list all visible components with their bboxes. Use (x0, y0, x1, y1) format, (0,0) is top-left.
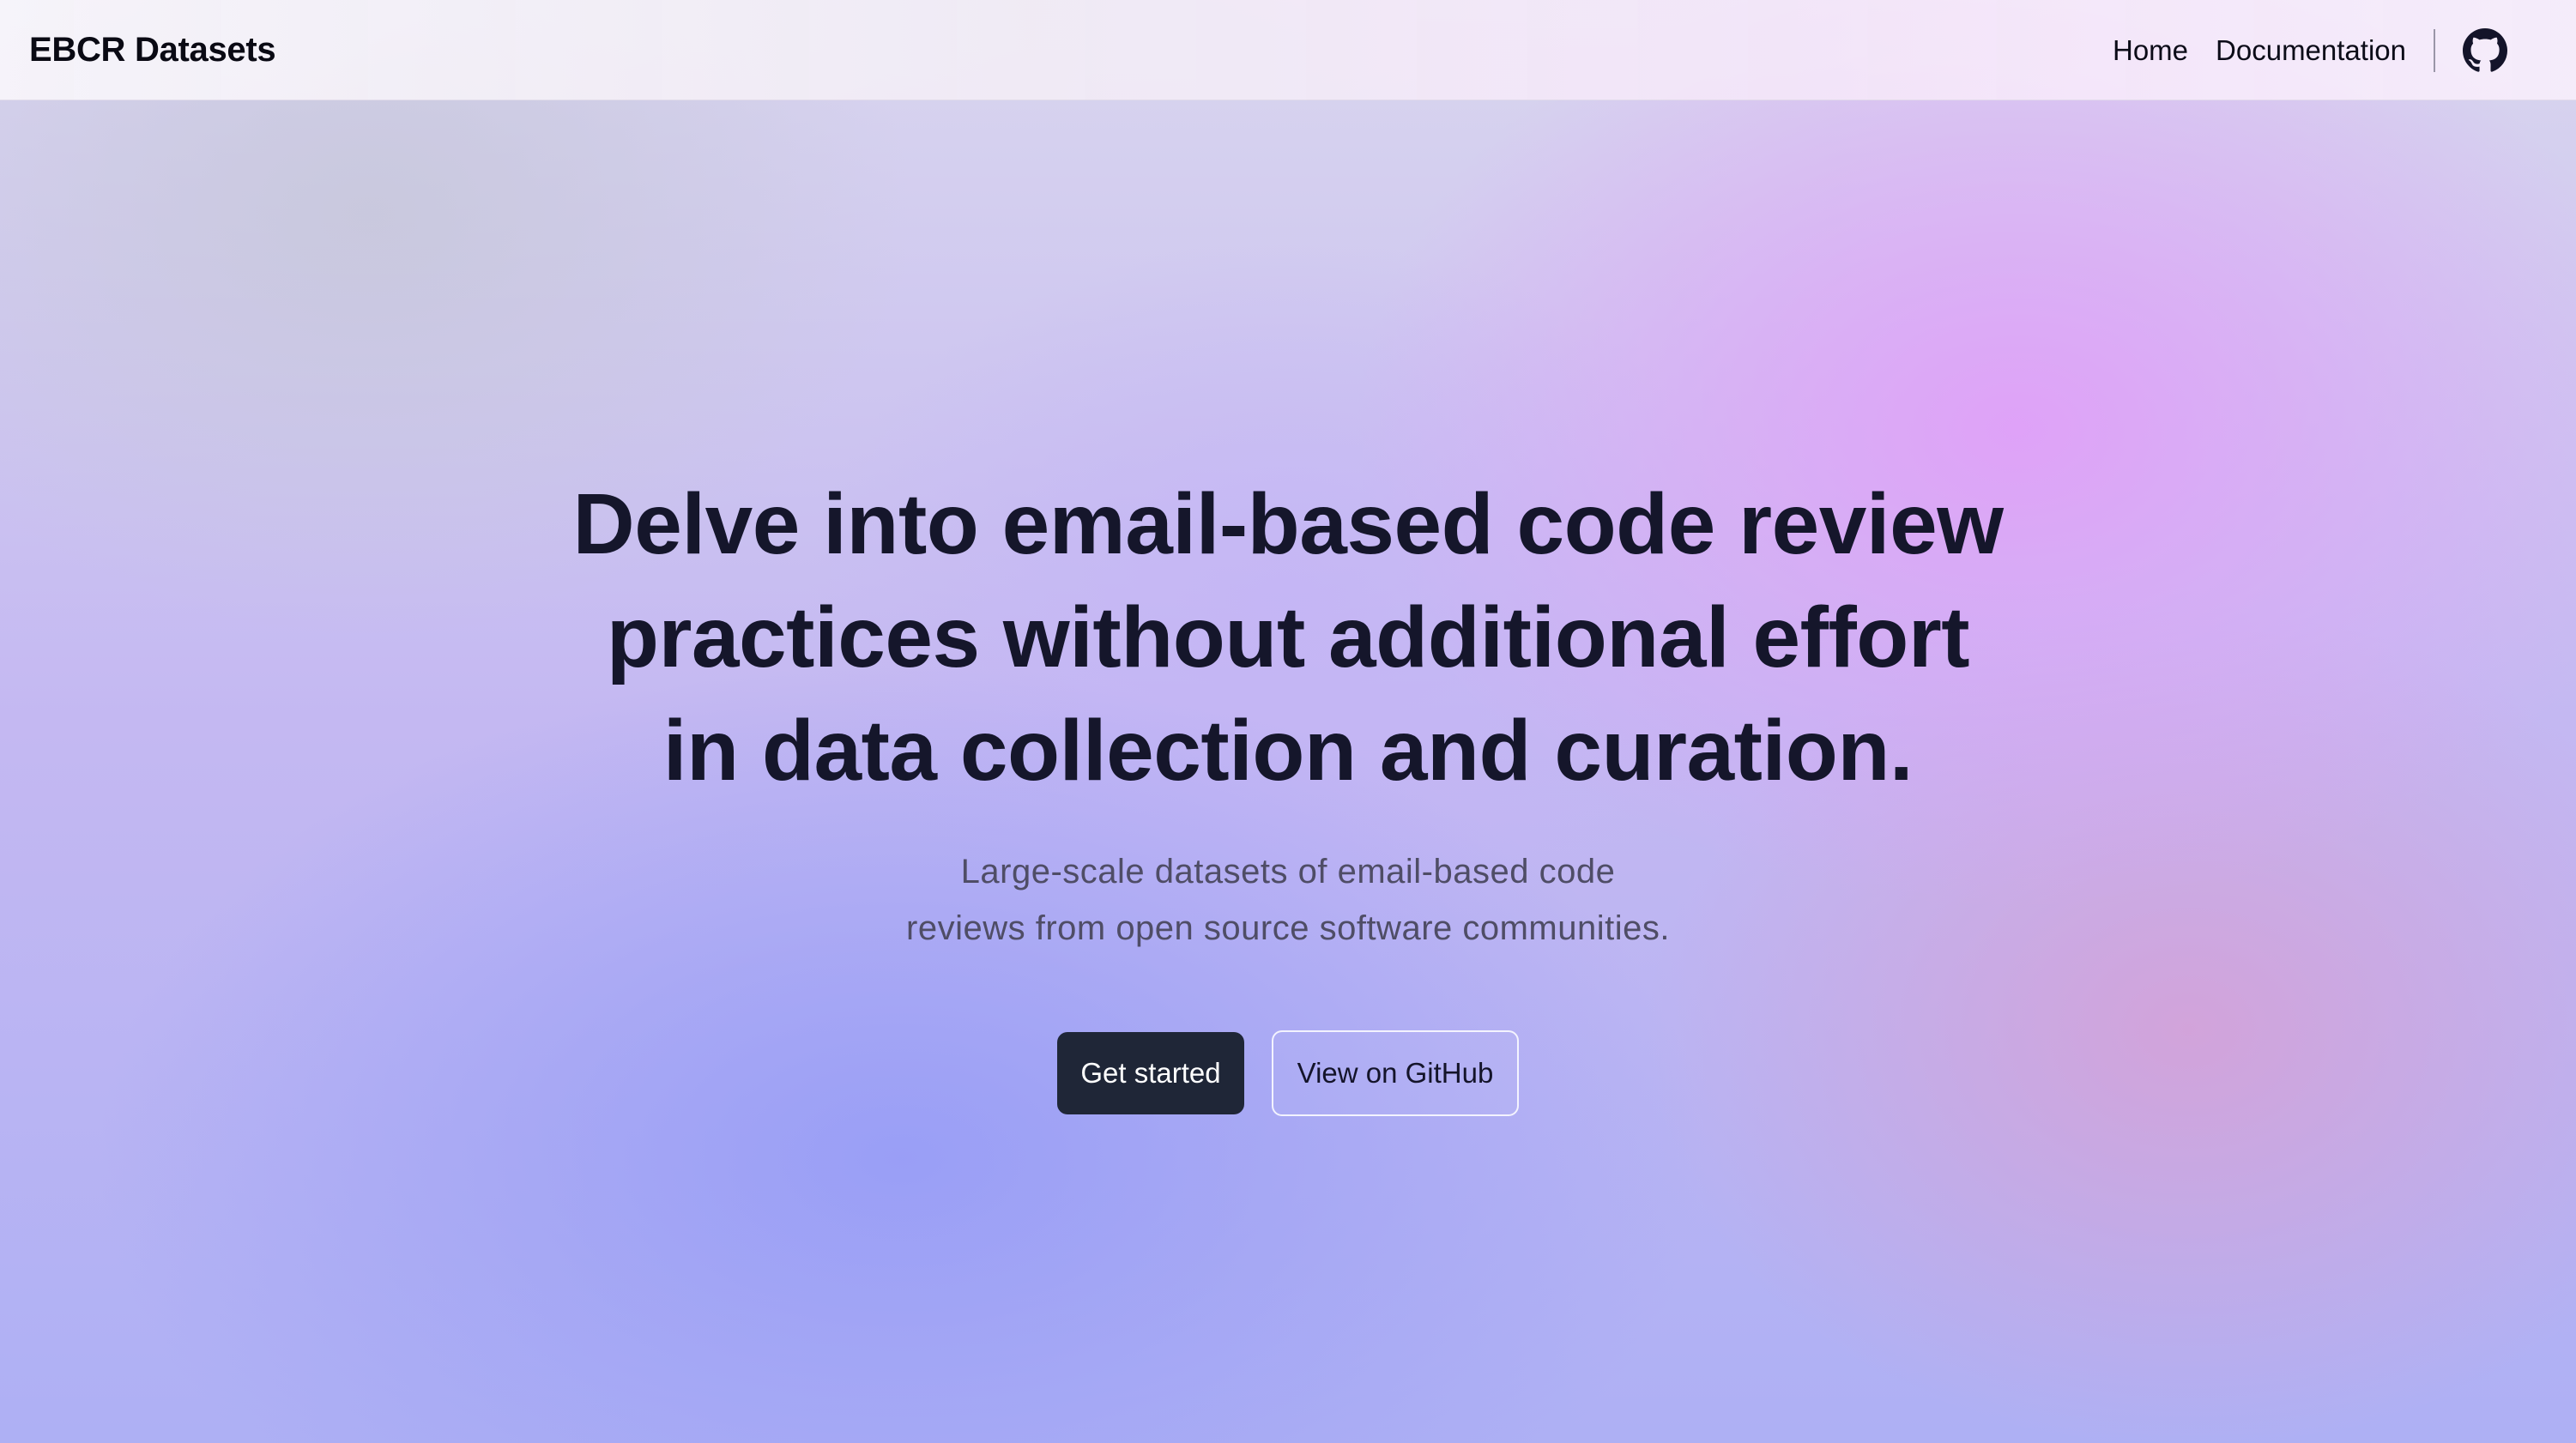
hero-title-line-1: Delve into email-based code review (572, 476, 2004, 572)
hero-title: Delve into email-based code review pract… (473, 468, 2103, 807)
github-icon (2463, 27, 2507, 72)
brand-logo-link[interactable]: EBCR Datasets (29, 0, 276, 100)
top-navbar: EBCR Datasets Home Documentation (0, 0, 2576, 100)
hero-section: Delve into email-based code review pract… (0, 468, 2576, 1116)
github-link[interactable] (2435, 27, 2507, 73)
nav-link-documentation[interactable]: Documentation (2216, 34, 2406, 67)
nav-link-home[interactable]: Home (2113, 34, 2188, 67)
hero-subtitle-line-1: Large-scale datasets of email-based code (960, 853, 1616, 891)
hero-title-line-2: practices without additional effort (606, 589, 1970, 685)
cta-button-row: Get started View on GitHub (0, 1030, 2576, 1116)
hero-title-line-3: in data collection and curation. (662, 703, 1914, 799)
main-nav: Home Documentation (2085, 0, 2507, 100)
view-on-github-button[interactable]: View on GitHub (1272, 1030, 1519, 1116)
hero-subtitle-line-2: reviews from open source software commun… (906, 909, 1670, 947)
hero-subtitle: Large-scale datasets of email-based code… (859, 843, 1717, 957)
get-started-button[interactable]: Get started (1057, 1032, 1244, 1114)
